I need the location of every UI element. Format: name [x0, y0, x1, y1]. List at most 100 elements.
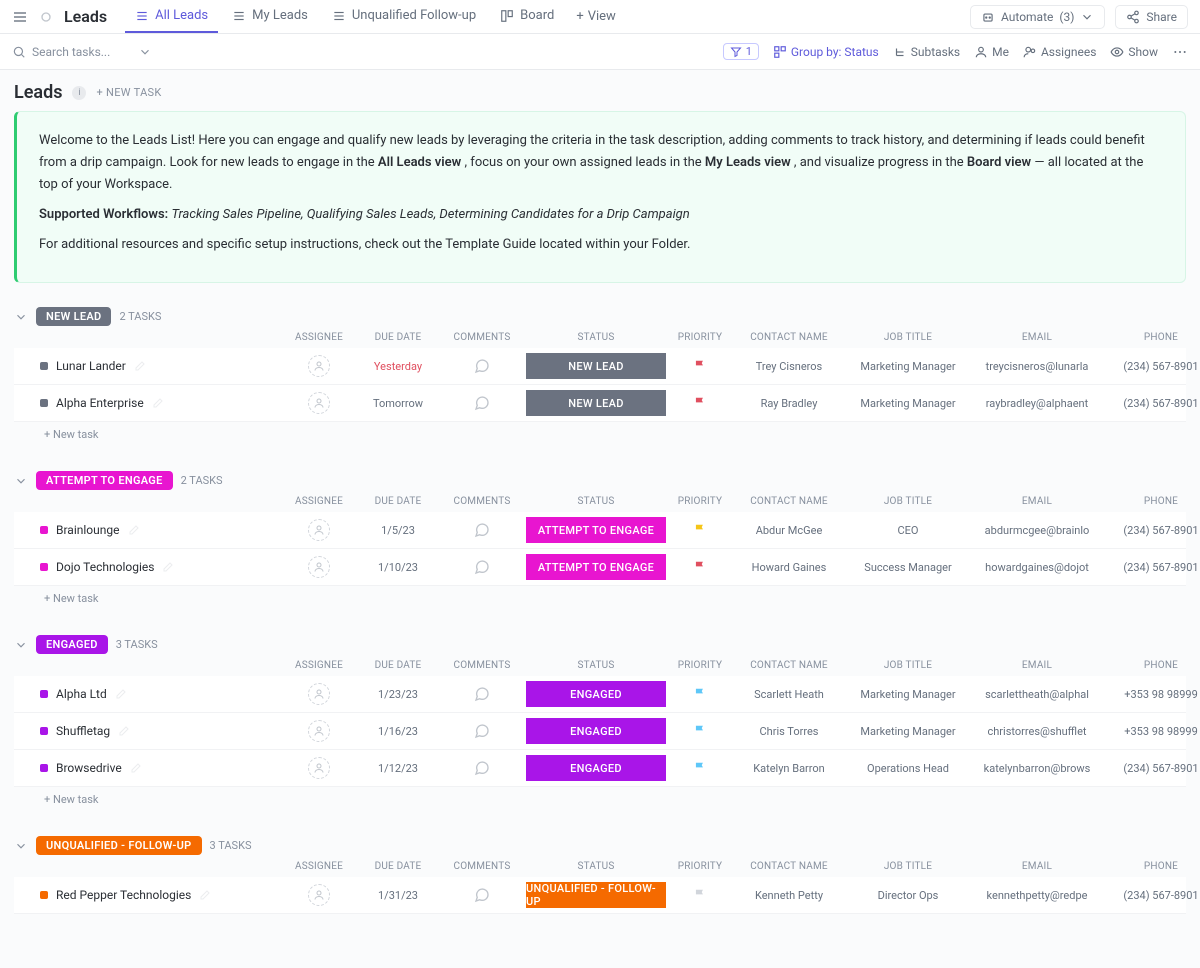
comments-button[interactable] — [442, 522, 522, 538]
col-due[interactable]: DUE DATE — [358, 496, 438, 507]
due-date[interactable]: 1/23/23 — [358, 688, 438, 701]
table-row[interactable]: Alpha Enterprise Tomorrow NEW LEAD Ray B… — [14, 385, 1186, 422]
col-email[interactable]: EMAIL — [972, 861, 1102, 872]
status-badge[interactable]: NEW LEAD — [526, 390, 666, 416]
col-email[interactable]: EMAIL — [972, 496, 1102, 507]
comments-button[interactable] — [442, 723, 522, 739]
chevron-down-icon[interactable] — [14, 638, 28, 652]
priority-flag[interactable] — [670, 687, 730, 701]
col-phone[interactable]: PHONE — [1106, 496, 1200, 507]
priority-flag[interactable] — [670, 724, 730, 738]
table-row[interactable]: Dojo Technologies 1/10/23 ATTEMPT TO ENG… — [14, 549, 1186, 586]
edit-icon[interactable] — [118, 725, 130, 737]
due-date[interactable]: 1/5/23 — [358, 524, 438, 537]
chevron-down-icon[interactable] — [14, 310, 28, 324]
edit-icon[interactable] — [130, 762, 142, 774]
col-assignee[interactable]: ASSIGNEE — [284, 332, 354, 343]
table-row[interactable]: Shuffletag 1/16/23 ENGAGED Chris Torres … — [14, 713, 1186, 750]
assignee-avatar[interactable] — [308, 392, 330, 414]
due-date[interactable]: 1/31/23 — [358, 889, 438, 902]
col-priority[interactable]: PRIORITY — [670, 332, 730, 343]
assignee-avatar[interactable] — [308, 355, 330, 377]
chevron-down-icon[interactable] — [14, 474, 28, 488]
assignees-button[interactable]: Assignees — [1023, 45, 1096, 59]
tab-my-leads[interactable]: My Leads — [222, 0, 318, 33]
col-assignee[interactable]: ASSIGNEE — [284, 660, 354, 671]
col-status[interactable]: STATUS — [526, 332, 666, 343]
status-badge[interactable]: NEW LEAD — [526, 353, 666, 379]
col-status[interactable]: STATUS — [526, 660, 666, 671]
col-contact[interactable]: CONTACT NAME — [734, 861, 844, 872]
status-badge[interactable]: ENGAGED — [526, 681, 666, 707]
col-jobtitle[interactable]: JOB TITLE — [848, 861, 968, 872]
tab-board[interactable]: Board — [490, 0, 564, 33]
priority-flag[interactable] — [670, 560, 730, 574]
col-assignee[interactable]: ASSIGNEE — [284, 861, 354, 872]
assignee-avatar[interactable] — [308, 683, 330, 705]
due-date[interactable]: 1/10/23 — [358, 561, 438, 574]
group-status-pill[interactable]: NEW LEAD — [36, 307, 111, 326]
priority-flag[interactable] — [670, 396, 730, 410]
due-date[interactable]: 1/12/23 — [358, 762, 438, 775]
more-button[interactable] — [1172, 44, 1188, 60]
tab-all-leads[interactable]: All Leads — [125, 0, 218, 33]
priority-flag[interactable] — [670, 761, 730, 775]
col-contact[interactable]: CONTACT NAME — [734, 660, 844, 671]
col-email[interactable]: EMAIL — [972, 332, 1102, 343]
automate-button[interactable]: Automate (3) — [970, 5, 1105, 29]
col-comments[interactable]: COMMENTS — [442, 660, 522, 671]
priority-flag[interactable] — [670, 888, 730, 902]
status-badge[interactable]: ATTEMPT TO ENGAGE — [526, 554, 666, 580]
search-input[interactable]: Search tasks... — [12, 45, 152, 59]
comments-button[interactable] — [442, 760, 522, 776]
status-badge[interactable]: ENGAGED — [526, 718, 666, 744]
col-phone[interactable]: PHONE — [1106, 332, 1200, 343]
col-due[interactable]: DUE DATE — [358, 332, 438, 343]
status-badge[interactable]: ATTEMPT TO ENGAGE — [526, 517, 666, 543]
col-contact[interactable]: CONTACT NAME — [734, 332, 844, 343]
new-task-row[interactable]: + New task — [14, 787, 1186, 812]
col-phone[interactable]: PHONE — [1106, 861, 1200, 872]
status-badge[interactable]: UNQUALIFIED - FOLLOW-UP — [526, 882, 666, 908]
assignee-avatar[interactable] — [308, 757, 330, 779]
col-due[interactable]: DUE DATE — [358, 660, 438, 671]
edit-icon[interactable] — [128, 524, 140, 536]
comments-button[interactable] — [442, 686, 522, 702]
edit-icon[interactable] — [152, 397, 164, 409]
col-jobtitle[interactable]: JOB TITLE — [848, 660, 968, 671]
col-email[interactable]: EMAIL — [972, 660, 1102, 671]
col-status[interactable]: STATUS — [526, 861, 666, 872]
table-row[interactable]: Brainlounge 1/5/23 ATTEMPT TO ENGAGE Abd… — [14, 512, 1186, 549]
edit-icon[interactable] — [199, 889, 211, 901]
me-button[interactable]: Me — [974, 45, 1009, 59]
tab-unqualified[interactable]: Unqualified Follow-up — [322, 0, 486, 33]
table-row[interactable]: Alpha Ltd 1/23/23 ENGAGED Scarlett Heath… — [14, 676, 1186, 713]
edit-icon[interactable] — [162, 561, 174, 573]
table-row[interactable]: Browsedrive 1/12/23 ENGAGED Katelyn Barr… — [14, 750, 1186, 787]
comments-button[interactable] — [442, 887, 522, 903]
assignee-avatar[interactable] — [308, 884, 330, 906]
col-priority[interactable]: PRIORITY — [670, 660, 730, 671]
comments-button[interactable] — [442, 358, 522, 374]
col-assignee[interactable]: ASSIGNEE — [284, 496, 354, 507]
col-comments[interactable]: COMMENTS — [442, 332, 522, 343]
show-button[interactable]: Show — [1110, 45, 1158, 59]
group-status-pill[interactable]: ENGAGED — [36, 635, 108, 654]
due-date[interactable]: Yesterday — [358, 360, 438, 373]
edit-icon[interactable] — [134, 360, 146, 372]
add-view-button[interactable]: + View — [568, 0, 624, 33]
col-comments[interactable]: COMMENTS — [442, 861, 522, 872]
comments-button[interactable] — [442, 395, 522, 411]
table-row[interactable]: Red Pepper Technologies 1/31/23 UNQUALIF… — [14, 877, 1186, 914]
comments-button[interactable] — [442, 559, 522, 575]
subtasks-button[interactable]: Subtasks — [893, 45, 960, 59]
due-date[interactable]: 1/16/23 — [358, 725, 438, 738]
priority-flag[interactable] — [670, 359, 730, 373]
col-status[interactable]: STATUS — [526, 496, 666, 507]
due-date[interactable]: Tomorrow — [358, 397, 438, 410]
new-task-button[interactable]: + NEW TASK — [96, 86, 161, 99]
edit-icon[interactable] — [115, 688, 127, 700]
status-badge[interactable]: ENGAGED — [526, 755, 666, 781]
col-comments[interactable]: COMMENTS — [442, 496, 522, 507]
assignee-avatar[interactable] — [308, 556, 330, 578]
